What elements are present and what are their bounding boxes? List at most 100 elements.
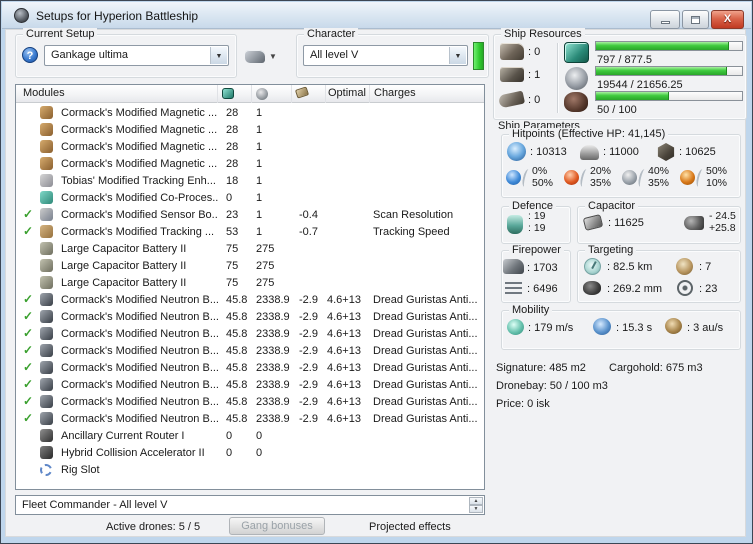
- capacitor-drain-value: - 24.5: [709, 210, 736, 222]
- capacitor-icon: [294, 86, 310, 99]
- powergrid-bar: [595, 66, 743, 76]
- table-row[interactable]: ✓ Ancillary Current Router I 0 0: [16, 427, 484, 444]
- dronebay-value: Dronebay: 50 / 100 m3: [496, 380, 608, 392]
- table-row[interactable]: ✓ Cormack's Modified Neutron B... 45.8 2…: [16, 342, 484, 359]
- cpu-column-header[interactable]: [218, 85, 252, 103]
- module-powergrid-value: 275: [256, 276, 275, 289]
- module-name: Cormack's Modified Magnetic ...: [61, 123, 218, 136]
- table-row[interactable]: ✓ Large Capacitor Battery II 75 275: [16, 274, 484, 291]
- powergrid-usage-value: 19544 / 21656.25: [597, 79, 683, 91]
- module-charges-value: Tracking Speed: [373, 225, 450, 238]
- module-name: Cormack's Modified Magnetic ...: [61, 106, 218, 119]
- module-capacitor-value: -2.9: [299, 310, 318, 323]
- firepower-volley-value: : 6496: [527, 283, 558, 295]
- table-header[interactable]: Modules Optimal Charges: [16, 85, 484, 103]
- module-icon: [40, 259, 53, 272]
- module-powergrid-value: 2338.9: [256, 344, 290, 357]
- module-name: Cormack's Modified Magnetic ...: [61, 140, 218, 153]
- module-icon: [40, 140, 53, 153]
- spinner-down-button[interactable]: ▼: [469, 505, 483, 513]
- minimize-button[interactable]: [650, 10, 680, 29]
- active-drones-label[interactable]: Active drones: 5 / 5: [106, 521, 200, 533]
- module-rows: ✓ Cormack's Modified Magnetic ... 28 1 ✓…: [16, 103, 484, 478]
- module-capacitor-value: -2.9: [299, 293, 318, 306]
- table-row[interactable]: ✓ Cormack's Modified Neutron B... 45.8 2…: [16, 359, 484, 376]
- table-row[interactable]: ✓ Cormack's Modified Neutron B... 45.8 2…: [16, 308, 484, 325]
- max-targets-value: : 7: [699, 261, 712, 273]
- armor-icon: [580, 145, 599, 160]
- firepower-label: Firepower: [509, 244, 564, 256]
- table-row[interactable]: ✓ Large Capacitor Battery II 75 275: [16, 257, 484, 274]
- drones-bar-fill: [596, 92, 669, 100]
- module-cpu-value: 28: [226, 157, 239, 170]
- projected-effects-label[interactable]: Projected effects: [369, 521, 451, 533]
- character-combobox[interactable]: All level V ▼: [303, 45, 468, 66]
- table-row[interactable]: ✓ Cormack's Modified Neutron B... 45.8 2…: [16, 376, 484, 393]
- table-row[interactable]: ✓ Cormack's Modified Neutron B... 45.8 2…: [16, 291, 484, 308]
- gang-bonuses-button[interactable]: Gang bonuses: [229, 517, 325, 535]
- max-velocity-value: : 179 m/s: [528, 322, 574, 334]
- fleet-commander-box[interactable]: Fleet Commander - All level V ▲ ▼: [15, 495, 485, 515]
- table-row[interactable]: ✓ Cormack's Modified Magnetic ... 28 1: [16, 104, 484, 121]
- close-button[interactable]: X: [711, 10, 744, 29]
- table-row[interactable]: ✓ Cormack's Modified Neutron B... 45.8 2…: [16, 393, 484, 410]
- module-name: Cormack's Modified Co-Proces...: [61, 191, 218, 204]
- table-row[interactable]: ✓ Hybrid Collision Accelerator II 0 0: [16, 444, 484, 461]
- app-icon: [14, 8, 29, 23]
- cpu-icon: [564, 42, 589, 63]
- module-capacitor-value: -2.9: [299, 395, 318, 408]
- active-check-icon: ✓: [22, 343, 34, 357]
- table-row[interactable]: ✓ Cormack's Modified Neutron B... 45.8 2…: [16, 325, 484, 342]
- table-row[interactable]: ✓ Cormack's Modified Tracking ... 53 1 -…: [16, 223, 484, 240]
- max-velocity-icon: [507, 319, 524, 335]
- module-cpu-value: 28: [226, 123, 239, 136]
- table-row[interactable]: ✓ Cormack's Modified Sensor Bo... 23 1 -…: [16, 206, 484, 223]
- table-row[interactable]: ✓ Cormack's Modified Magnetic ... 28 1: [16, 138, 484, 155]
- module-cpu-value: 0: [226, 191, 233, 204]
- table-row[interactable]: ✓ Large Capacitor Battery II 75 275: [16, 240, 484, 257]
- table-row[interactable]: ✓ Cormack's Modified Co-Proces... 0 1: [16, 189, 484, 206]
- active-check-icon: ✓: [22, 411, 34, 425]
- help-icon[interactable]: ?: [22, 47, 38, 63]
- optimal-column-header[interactable]: Optimal: [326, 85, 370, 103]
- table-row[interactable]: ✓ Cormack's Modified Magnetic ... 28 1: [16, 121, 484, 138]
- module-optimal-value: 4.6+13: [327, 327, 361, 340]
- setup-value: Gankage ultima: [51, 49, 129, 61]
- active-check-icon: ✓: [22, 309, 34, 323]
- defence-icon: [507, 215, 523, 234]
- module-name: Large Capacitor Battery II: [61, 259, 187, 272]
- capacitor-recharge-value: +25.8: [709, 222, 736, 234]
- thermal-armor-resist: 35%: [590, 177, 612, 189]
- launcher-hardpoints-value: : 1: [528, 69, 541, 81]
- warp-speed-icon: [665, 318, 682, 334]
- table-row[interactable]: ✓ Cormack's Modified Neutron B... 45.8 2…: [16, 410, 484, 427]
- module-icon: [40, 276, 53, 289]
- charges-column-header[interactable]: Charges: [370, 85, 484, 103]
- fleet-spinner[interactable]: ▲ ▼: [469, 497, 483, 513]
- titlebar[interactable]: Setups for Hyperion Battleship X: [2, 2, 751, 29]
- capacitor-column-header[interactable]: [292, 85, 326, 103]
- tools-dropdown-icon[interactable]: ▼: [269, 52, 277, 61]
- character-dropdown-button[interactable]: ▼: [449, 47, 466, 64]
- powergrid-bar-fill: [596, 67, 728, 75]
- fitting-tools-icon[interactable]: [245, 50, 265, 63]
- kinetic-resist-icon: [622, 170, 637, 185]
- module-powergrid-value: 0: [256, 429, 263, 442]
- modules-column-header[interactable]: Modules: [16, 85, 218, 103]
- firepower-group: Firepower: [501, 244, 571, 303]
- table-row[interactable]: ✓ Cormack's Modified Magnetic ... 28 1: [16, 155, 484, 172]
- module-name: Ancillary Current Router I: [61, 429, 185, 442]
- maximize-button[interactable]: [682, 10, 709, 29]
- setup-combobox[interactable]: Gankage ultima ▼: [44, 45, 229, 66]
- module-name: Cormack's Modified Neutron B...: [61, 412, 218, 425]
- spinner-up-button[interactable]: ▲: [469, 497, 483, 505]
- powergrid-column-header[interactable]: [252, 85, 292, 103]
- drone-bandwidth-icon: [564, 92, 588, 112]
- table-row[interactable]: ✓ Rig Slot: [16, 461, 484, 478]
- setup-dropdown-button[interactable]: ▼: [210, 47, 227, 64]
- module-optimal-value: 4.6+13: [327, 344, 361, 357]
- capacitor-label: Capacitor: [585, 200, 639, 212]
- kinetic-armor-resist: 35%: [648, 177, 670, 189]
- table-row[interactable]: ✓ Tobias' Modified Tracking Enh... 18 1: [16, 172, 484, 189]
- module-charges-value: Dread Guristas Anti...: [373, 361, 478, 374]
